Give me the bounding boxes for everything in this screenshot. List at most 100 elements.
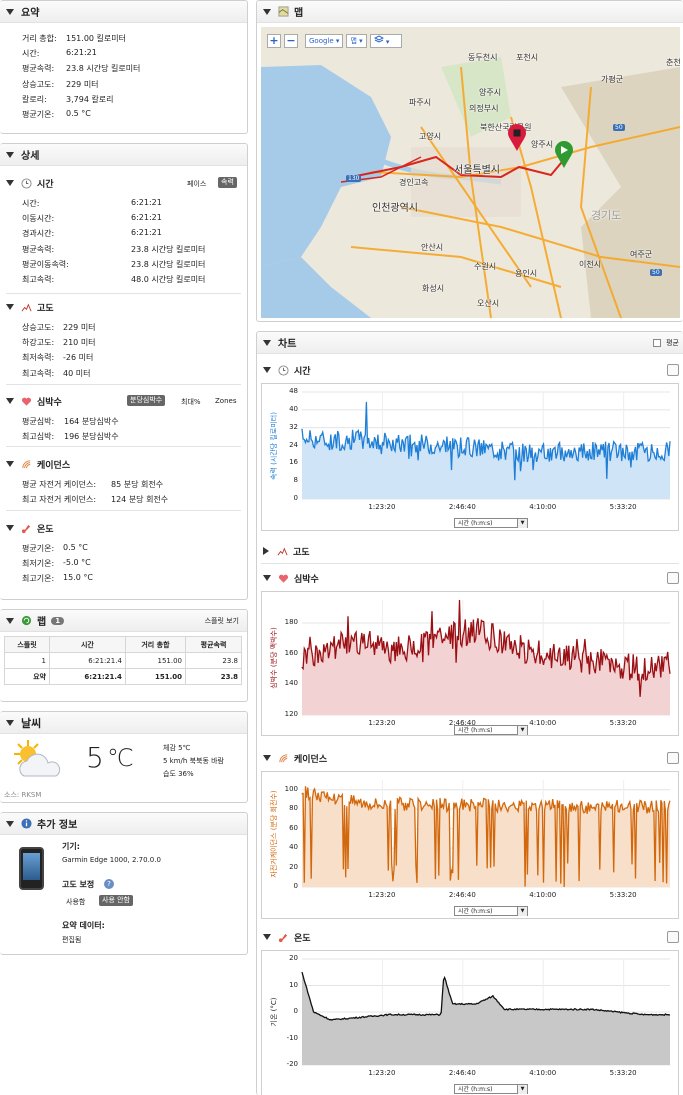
- split-view-link[interactable]: 스플릿 보기: [205, 616, 239, 626]
- zoom-in-button[interactable]: +: [267, 34, 281, 48]
- heart-icon: [278, 574, 289, 583]
- heart-rate-chart-header[interactable]: 심박수: [257, 568, 683, 588]
- summary-data-value: 편집됨: [62, 936, 82, 944]
- collapse-icon[interactable]: [6, 398, 14, 404]
- expand-arrow-icon[interactable]: [263, 547, 269, 555]
- collapse-icon[interactable]: [6, 8, 14, 15]
- time-key: 시간:: [22, 199, 40, 208]
- cadence-icon: [279, 753, 288, 762]
- lap-cell: 151.00: [124, 652, 187, 669]
- help-icon[interactable]: ?: [104, 879, 114, 889]
- collapse-icon[interactable]: [6, 525, 14, 531]
- y-tick-label: 80: [289, 804, 298, 813]
- pace-toggle[interactable]: 페이스: [187, 179, 206, 189]
- collapse-icon[interactable]: [6, 617, 14, 624]
- elevation-chart-header[interactable]: 고도: [257, 541, 683, 561]
- map-type-select[interactable]: 맵 ▾: [346, 34, 367, 48]
- elevation-correction-on[interactable]: 사용함: [66, 897, 85, 907]
- weather-header[interactable]: 날씨: [0, 712, 247, 734]
- detail-header[interactable]: 상세: [0, 144, 247, 166]
- cadence-section-header[interactable]: 케이던스: [0, 454, 247, 474]
- time-section-header[interactable]: 시간: [0, 173, 247, 193]
- collapse-icon[interactable]: [263, 934, 271, 940]
- time-value: 23.8 시간당 킬로미터: [131, 244, 206, 254]
- time-key: 평균이동속력:: [22, 259, 69, 269]
- layers-icon: [373, 35, 384, 43]
- end-marker-icon[interactable]: [507, 124, 527, 152]
- x-axis-select[interactable]: 시간 (h:m:s): [454, 1084, 528, 1094]
- elevation-key: 하강고도:: [22, 338, 55, 348]
- x-tick-label: 1:23:20: [368, 503, 396, 511]
- summary-key: 평균기온:: [22, 110, 55, 119]
- x-tick-label: 1:23:20: [368, 719, 396, 727]
- collapse-icon[interactable]: [6, 461, 14, 467]
- start-marker-icon[interactable]: [554, 141, 574, 169]
- y-tick-label: 16: [289, 458, 298, 467]
- collapse-icon[interactable]: [263, 339, 271, 346]
- collapse-icon[interactable]: [263, 8, 271, 15]
- elevation-value: 210 미터: [63, 338, 96, 348]
- cadence-key: 최고 자전거 케이던스:: [22, 495, 97, 505]
- extra-info-header[interactable]: 추가 정보: [0, 813, 247, 835]
- weather-source: 소스: RKSM: [4, 791, 42, 799]
- expand-icon[interactable]: [667, 572, 679, 584]
- collapse-icon[interactable]: [6, 719, 14, 726]
- collapse-icon[interactable]: [263, 367, 271, 373]
- x-axis-select[interactable]: 시간 (h:m:s): [454, 518, 528, 528]
- collapse-icon[interactable]: [6, 304, 14, 310]
- cadence-value: 85 분당 회전수: [111, 480, 164, 489]
- heart-rate-section-header[interactable]: 심박수: [0, 391, 247, 411]
- y-tick-label: 40: [289, 404, 298, 413]
- elevation-section-header[interactable]: 고도: [0, 297, 247, 317]
- temperature-section-header[interactable]: 온도: [0, 518, 247, 538]
- summary-data-label: 요약 데이터:: [62, 921, 105, 930]
- map-provider-select[interactable]: Google ▾: [305, 34, 344, 48]
- x-axis-select[interactable]: 시간 (h:m:s): [454, 725, 528, 735]
- average-checkbox[interactable]: [653, 339, 661, 347]
- heart-rate-chart: 180 160 140 120 1:23:20 2:46:40 4:10:00 5:33:20…: [261, 591, 679, 736]
- temperature-chart-header[interactable]: 온도: [257, 927, 683, 947]
- summary-panel: 요약 거리 총합: 151.00 킬로미터 시간: 6:21:21 평균속력: 23.8 …: [0, 0, 248, 134]
- cadence-chart-header[interactable]: 케이던스: [257, 748, 683, 768]
- hr-zones-toggle[interactable]: Zones: [215, 397, 236, 405]
- map-place-label: 수원시: [474, 262, 497, 271]
- summary-key: 칼로리:: [22, 94, 47, 104]
- x-tick-label: 2:46:40: [448, 891, 476, 899]
- collapse-icon[interactable]: [263, 755, 271, 761]
- x-axis-select[interactable]: 시간 (h:m:s): [454, 906, 528, 916]
- temperature-chart: 20 10 0 -10 -20 1:23:20 2:46:40 4:10:00 5:33:20 기…: [261, 950, 679, 1095]
- collapse-icon[interactable]: [6, 180, 14, 186]
- time-value: 6:21:21: [131, 198, 162, 207]
- collapse-icon[interactable]: [6, 151, 14, 158]
- device-image: [19, 847, 44, 890]
- map-header[interactable]: 맵: [257, 1, 683, 23]
- laps-table: 스플릿 시간 거리 총합 평균속력 1 6:21:21.4 151.00 23.…: [4, 636, 242, 685]
- speed-chart-header[interactable]: 시간: [257, 360, 683, 380]
- elevation-correction-off[interactable]: 사용 안함: [99, 895, 133, 906]
- map-icon: [278, 6, 289, 17]
- expand-icon[interactable]: [667, 752, 679, 764]
- zoom-out-button[interactable]: −: [284, 34, 298, 48]
- y-tick-label: 0: [293, 494, 298, 502]
- heart-icon: [21, 397, 32, 406]
- time-key: 경과시간:: [22, 229, 55, 239]
- speed-toggle[interactable]: 속력: [218, 177, 237, 188]
- map-canvas[interactable]: + − Google ▾ 맵 ▾ ▾ 동두천시 포천시 가평군 춘천 양주시 파주시 의정부…: [261, 27, 680, 318]
- expand-icon[interactable]: [667, 364, 679, 376]
- collapse-icon[interactable]: [263, 575, 271, 581]
- expand-icon[interactable]: [667, 931, 679, 943]
- x-tick-label: 4:10:00: [529, 719, 557, 727]
- hr-bpm-toggle[interactable]: 분당심박수: [127, 395, 166, 406]
- map-panel: 맵 + − Google ▾ 맵 ▾ ▾ 동두천시 포천시 가평군 춘천 양주시…: [256, 0, 683, 322]
- table-row[interactable]: 1 6:21:21.4 151.00 23.8: [4, 652, 242, 669]
- collapse-icon[interactable]: [6, 820, 14, 827]
- x-tick-label: 1:23:20: [368, 1069, 396, 1077]
- summary-header[interactable]: 요약: [0, 1, 247, 23]
- laps-header[interactable]: 랩 1 스플릿 보기: [0, 610, 247, 632]
- hr-max-percent-toggle[interactable]: 최대%: [181, 397, 201, 407]
- summary-value: 229 미터: [66, 79, 99, 89]
- layers-button[interactable]: ▾: [369, 34, 402, 48]
- charts-header[interactable]: 차트 평균: [257, 332, 683, 354]
- y-axis-label: 자전거케이던스 (분당 회전수): [270, 789, 278, 878]
- y-axis-label: 심박수 (분당 맥박수): [270, 626, 278, 689]
